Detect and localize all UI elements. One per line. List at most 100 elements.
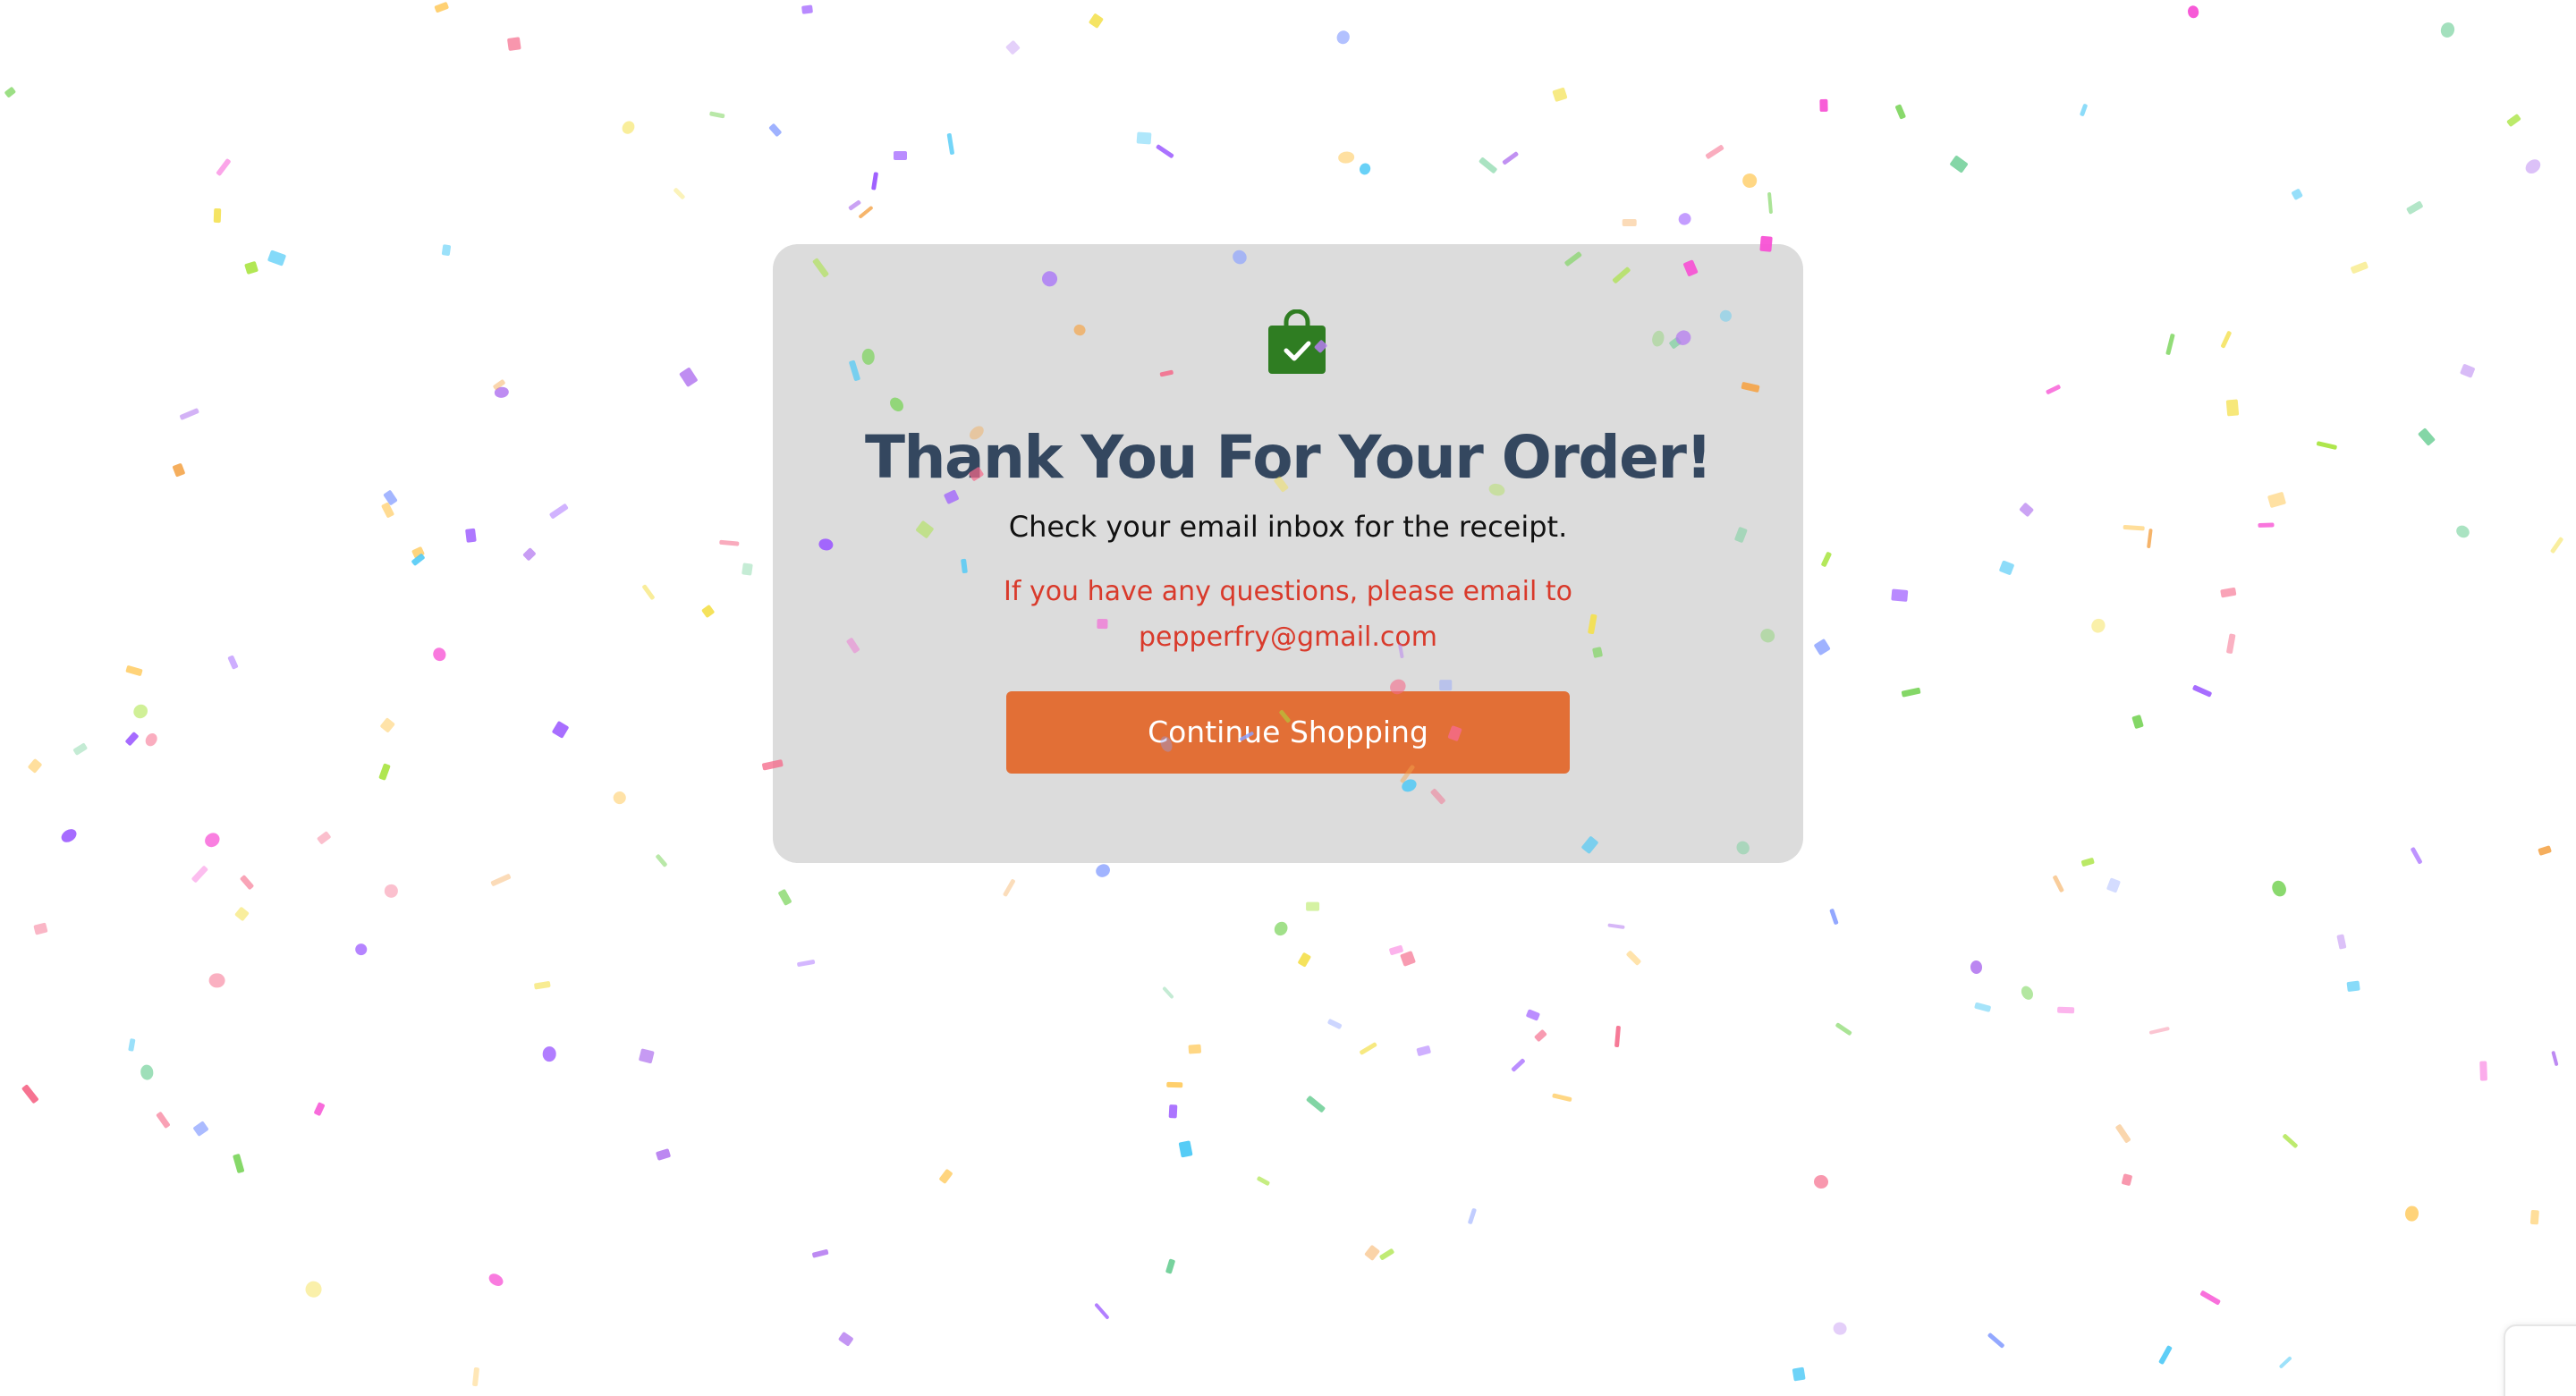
confetti-piece xyxy=(179,407,199,420)
confetti-piece xyxy=(383,884,399,899)
confetti-piece xyxy=(2089,615,2108,636)
confetti-piece xyxy=(1829,908,1839,926)
confetti-piece xyxy=(1820,551,1833,567)
confetti-piece xyxy=(551,720,570,739)
confetti-piece xyxy=(2080,857,2096,867)
confetti-piece xyxy=(1767,191,1774,214)
confetti-piece xyxy=(838,1332,854,1347)
corner-widget[interactable] xyxy=(2504,1324,2576,1396)
shopping-bag-check-icon xyxy=(1268,309,1326,374)
confetti-piece xyxy=(2317,441,2338,451)
confetti-piece xyxy=(611,789,629,807)
confetti-piece xyxy=(143,731,159,749)
confetti-piece xyxy=(1552,1093,1573,1103)
confetti-piece xyxy=(1297,952,1312,968)
confetti-piece xyxy=(352,941,369,958)
confetti-piece xyxy=(2549,537,2564,554)
confetti-piece xyxy=(216,158,232,177)
confetti-piece xyxy=(741,563,753,576)
confetti-piece xyxy=(700,604,716,619)
confetti-piece xyxy=(1614,1025,1621,1048)
confetti-piece xyxy=(2191,684,2213,698)
confetti-piece xyxy=(673,187,686,200)
continue-shopping-button[interactable]: Continue Shopping xyxy=(1006,691,1570,774)
confetti-piece xyxy=(4,86,17,98)
confetti-piece xyxy=(1835,1022,1852,1036)
confetti-piece xyxy=(1335,28,1352,47)
confetti-piece xyxy=(1364,1244,1381,1262)
confetti-piece xyxy=(811,1248,829,1258)
confetti-piece xyxy=(1388,944,1404,956)
confetti-piece xyxy=(1998,560,2015,576)
confetti-piece xyxy=(1005,39,1021,55)
confetti-piece xyxy=(244,260,258,275)
confetti-piece xyxy=(2146,528,2153,549)
confetti-piece xyxy=(494,385,510,399)
confetti-piece xyxy=(2220,587,2237,598)
confetti-piece xyxy=(2267,491,2287,509)
confetti-piece xyxy=(619,118,637,137)
confetti-piece xyxy=(1973,1002,1992,1012)
confetti-piece xyxy=(21,1083,39,1104)
confetti-piece xyxy=(1168,1104,1178,1119)
confetti-piece xyxy=(487,1271,505,1289)
confetti-piece xyxy=(441,243,452,257)
confetti-piece xyxy=(2123,524,2145,531)
confetti-piece xyxy=(1306,1095,1326,1113)
confetti-piece xyxy=(313,1102,326,1117)
confetti-piece xyxy=(708,111,725,119)
confetti-piece xyxy=(191,865,208,884)
confetti-piece xyxy=(2282,1133,2299,1149)
confetti-piece xyxy=(2199,1290,2222,1306)
confetti-piece xyxy=(2052,875,2065,893)
confetti-piece xyxy=(1256,1175,1271,1187)
confetti-piece xyxy=(946,132,955,156)
confetti-piece xyxy=(411,553,426,566)
confetti-piece xyxy=(1416,1045,1432,1057)
confetti-piece xyxy=(1894,104,1907,120)
confetti-piece xyxy=(2106,877,2122,893)
confetti-piece xyxy=(490,874,512,887)
confetti-piece xyxy=(2346,980,2360,993)
confetti-piece xyxy=(1337,150,1355,165)
confetti-piece xyxy=(1326,1018,1343,1030)
confetti-piece xyxy=(2417,427,2436,446)
receipt-message: Check your email inbox for the receipt. xyxy=(1008,510,1568,544)
confetti-piece xyxy=(2550,1050,2559,1067)
confetti-piece xyxy=(172,462,186,478)
confetti-piece xyxy=(127,1037,136,1052)
confetti-piece xyxy=(2453,523,2472,540)
confetti-piece xyxy=(522,547,537,562)
confetti-piece xyxy=(2186,4,2200,20)
confetti-piece xyxy=(471,1366,479,1387)
confetti-piece xyxy=(2225,399,2240,416)
confetti-piece xyxy=(847,199,862,211)
confetti-piece xyxy=(2406,200,2424,216)
confetti-piece xyxy=(542,1045,556,1062)
confetti-piece xyxy=(2336,934,2347,950)
confetti-piece xyxy=(858,205,874,220)
confetti-piece xyxy=(2165,333,2175,355)
confetti-piece xyxy=(871,172,878,190)
confetti-piece xyxy=(378,763,391,781)
confetti-piece xyxy=(1502,151,1520,165)
confetti-piece xyxy=(156,1111,171,1129)
confetti-piece xyxy=(125,664,143,677)
confetti-piece xyxy=(267,250,287,267)
confetti-piece xyxy=(1178,1139,1193,1158)
confetti-piece xyxy=(2460,363,2476,378)
page-title: Thank You For Your Order! xyxy=(864,423,1713,492)
confetti-piece xyxy=(492,378,506,391)
confetti-piece xyxy=(1094,1302,1111,1321)
confetti-piece xyxy=(2506,114,2522,128)
confetti-piece xyxy=(383,490,398,506)
confetti-piece xyxy=(1705,144,1725,160)
confetti-piece xyxy=(2278,1356,2292,1370)
confetti-piece xyxy=(1306,902,1320,911)
confetti-piece xyxy=(58,826,79,845)
confetti-piece xyxy=(124,731,140,747)
confetti-piece xyxy=(801,4,814,14)
confetti-piece xyxy=(1002,878,1016,898)
confetti-piece xyxy=(2258,522,2275,528)
confetti-piece xyxy=(533,981,551,990)
